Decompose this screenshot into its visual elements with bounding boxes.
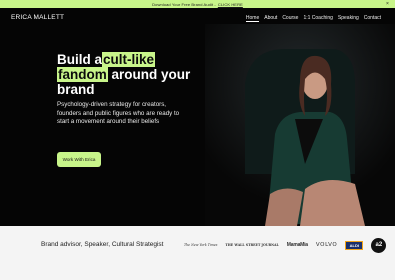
headline-pre: Build a	[57, 52, 103, 67]
nav-item-contact[interactable]: Contact	[364, 15, 381, 22]
tagline: Brand advisor, Speaker, Cultural Strateg…	[41, 241, 164, 248]
announcement-bar: Download Your Free Brand Audit - CLICK H…	[0, 0, 395, 8]
volvo-logo: VOLVO	[315, 242, 338, 248]
headline-highlight-2: fandom	[57, 67, 108, 82]
nav-item-coaching[interactable]: 1:1 Coaching	[303, 15, 332, 22]
nyt-logo: The New York Times	[184, 243, 218, 247]
aldi-logo: ALDI	[345, 240, 364, 250]
nav-item-speaking[interactable]: Speaking	[338, 15, 359, 22]
announcement-text: Download Your Free Brand Audit -	[152, 1, 216, 7]
hero-section: ERICA MALLETT Home About Course 1:1 Coac…	[0, 8, 395, 226]
hero-subcopy: Psychology-driven strategy for creators,…	[57, 101, 180, 126]
featured-strip: Brand advisor, Speaker, Cultural Strateg…	[0, 226, 395, 280]
portrait-illustration	[205, 24, 395, 226]
nav-item-course[interactable]: Course	[282, 15, 298, 22]
close-icon[interactable]: ×	[386, 0, 389, 8]
hero-portrait	[205, 24, 395, 226]
top-nav: ERICA MALLETT Home About Course 1:1 Coac…	[0, 8, 395, 28]
announcement-link[interactable]: CLICK HERE	[218, 2, 243, 7]
hero-headline: Build acult-like fandom around your brand	[57, 52, 227, 97]
nav-item-about[interactable]: About	[264, 15, 277, 22]
nav-menu: Home About Course 1:1 Coaching Speaking …	[245, 15, 381, 22]
press-logos: The New York Times THE WALL STREET JOURN…	[184, 237, 387, 253]
headline-highlight-1: cult-like	[102, 52, 156, 67]
a2-logo: a2	[371, 237, 387, 253]
nav-item-home[interactable]: Home	[245, 15, 260, 22]
mamamia-logo: MamaMia	[286, 242, 308, 248]
site-logo[interactable]: ERICA MALLETT	[11, 14, 64, 21]
work-with-button[interactable]: Work With Erica	[57, 152, 101, 167]
wsj-logo: THE WALL STREET JOURNAL	[225, 243, 279, 247]
